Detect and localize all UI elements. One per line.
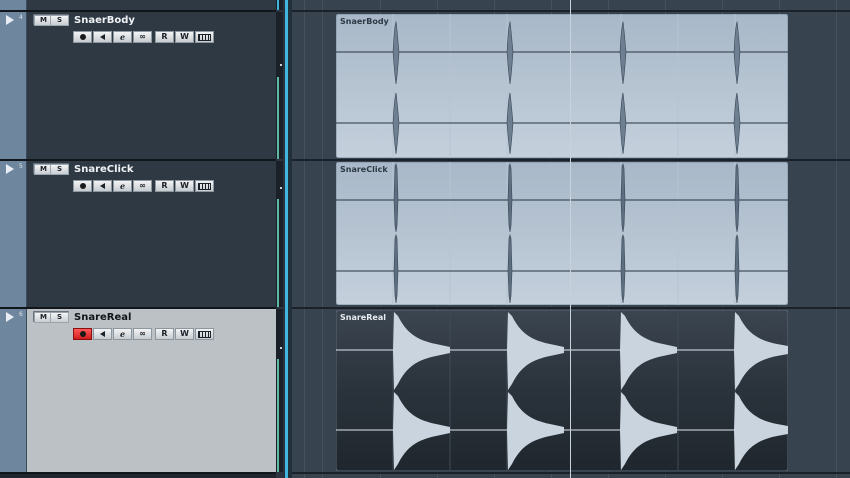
event-name: SnaerBody [340, 17, 389, 26]
track-gutter: 4 [0, 12, 27, 159]
solo-button[interactable]: S [50, 164, 69, 175]
read-automation-button[interactable]: R [155, 180, 174, 192]
waveform [336, 162, 788, 305]
level-meter [276, 12, 283, 159]
disclosure-triangle-icon[interactable] [6, 312, 14, 322]
mute-solo-group: M S [33, 311, 69, 323]
edit-channel-button[interactable]: e [113, 180, 132, 192]
playback-cursor[interactable] [570, 0, 571, 478]
disclosure-triangle-icon[interactable] [6, 164, 14, 174]
track-gutter [0, 0, 27, 10]
event-name: SnareClick [340, 165, 388, 174]
grid-line [322, 0, 323, 478]
level-meter [276, 161, 283, 307]
track-snarereal[interactable]: 6 M S SnareReal e ∞ R W [0, 309, 276, 472]
record-icon [79, 34, 86, 40]
record-enable-button[interactable] [73, 180, 92, 192]
write-automation-button[interactable]: W [175, 328, 194, 340]
link-icon: ∞ [139, 32, 146, 41]
lanes-icon [198, 183, 211, 190]
solo-button[interactable]: S [50, 15, 69, 26]
audio-event-snarereal[interactable]: SnareReal [336, 310, 788, 471]
write-automation-button[interactable]: W [175, 31, 194, 43]
monitor-speaker-icon [100, 331, 105, 337]
read-automation-button[interactable]: R [155, 31, 174, 43]
write-automation-button[interactable]: W [175, 180, 194, 192]
track-snaerbody[interactable]: 4 M S SnaerBody e ∞ R W [0, 12, 276, 159]
audio-event-snaerbody[interactable]: SnaerBody [336, 14, 788, 158]
edit-channel-button[interactable]: e [113, 31, 132, 43]
waveform [336, 14, 788, 158]
track-gutter: 6 [0, 309, 27, 472]
grid-line [304, 0, 305, 478]
link-button[interactable]: ∞ [133, 180, 152, 192]
lanes-icon [198, 331, 211, 338]
event-name: SnareReal [340, 313, 386, 322]
link-button[interactable]: ∞ [133, 31, 152, 43]
track-gutter: 5 [0, 161, 27, 307]
level-meter [276, 0, 283, 10]
track-name[interactable]: SnaerBody [74, 15, 135, 26]
waveform [336, 310, 788, 471]
track-name[interactable]: SnareClick [74, 164, 134, 175]
record-icon [79, 331, 86, 337]
track-number: 6 [19, 311, 23, 318]
solo-button[interactable]: S [50, 312, 69, 323]
grid-line [836, 0, 837, 478]
mute-solo-group: M S [33, 14, 69, 26]
monitor-speaker-icon [100, 34, 105, 40]
monitor-button[interactable] [93, 31, 112, 43]
disclosure-triangle-icon[interactable] [6, 15, 14, 25]
track-previous [0, 0, 276, 10]
track-list: 4 M S SnaerBody e ∞ R W 5 M S SnareClick… [0, 0, 276, 478]
lanes-button[interactable] [195, 31, 214, 43]
record-enable-button[interactable] [73, 31, 92, 43]
read-automation-button[interactable]: R [155, 328, 174, 340]
audio-event-snareclick[interactable]: SnareClick [336, 162, 788, 305]
lane-separator [292, 472, 850, 474]
monitor-speaker-icon [100, 183, 105, 189]
lane-separator [292, 159, 850, 161]
record-enable-button[interactable] [73, 328, 92, 340]
monitor-button[interactable] [93, 180, 112, 192]
monitor-button[interactable] [93, 328, 112, 340]
lane-separator [292, 307, 850, 309]
edit-e-icon: e [119, 329, 126, 339]
track-number: 4 [19, 14, 23, 21]
channel-indicator [285, 0, 288, 478]
lane-separator [292, 10, 850, 12]
level-meter [276, 309, 283, 472]
channel-strip-divider [284, 0, 292, 478]
track-header [27, 0, 276, 10]
lanes-icon [198, 34, 211, 41]
lanes-button[interactable] [195, 180, 214, 192]
track-snareclick[interactable]: 5 M S SnareClick e ∞ R W [0, 161, 276, 307]
lanes-button[interactable] [195, 328, 214, 340]
link-button[interactable]: ∞ [133, 328, 152, 340]
edit-channel-button[interactable]: e [113, 328, 132, 340]
track-separator [0, 472, 276, 474]
mute-solo-group: M S [33, 163, 69, 175]
track-name[interactable]: SnareReal [74, 312, 131, 323]
edit-e-icon: e [119, 32, 126, 42]
record-icon [79, 183, 86, 189]
link-icon: ∞ [139, 329, 146, 338]
track-number: 5 [19, 163, 23, 170]
link-icon: ∞ [139, 181, 146, 190]
edit-e-icon: e [119, 181, 126, 191]
